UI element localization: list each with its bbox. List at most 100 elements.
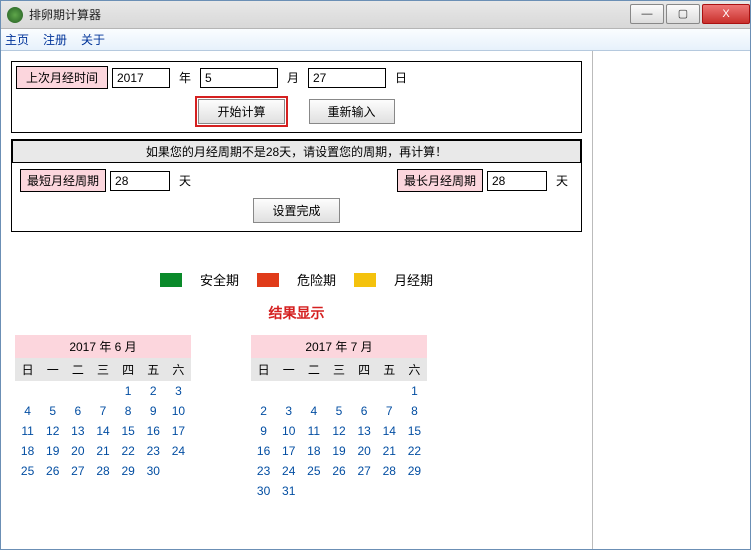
calendar-cell[interactable]: 12 bbox=[40, 421, 65, 441]
calendar-cell[interactable]: 11 bbox=[15, 421, 40, 441]
calendar-cell[interactable]: 2 bbox=[251, 401, 276, 421]
menu-about[interactable]: 关于 bbox=[81, 31, 105, 48]
cycle-hint: 如果您的月经周期不是28天，请设置您的周期，再计算！ bbox=[12, 140, 581, 163]
calendar-cell[interactable]: 31 bbox=[276, 481, 301, 501]
calendar-cell[interactable]: 4 bbox=[301, 401, 326, 421]
calendar-cell[interactable]: 24 bbox=[166, 441, 191, 461]
month-input[interactable] bbox=[200, 68, 278, 88]
calendar-cell[interactable]: 13 bbox=[352, 421, 377, 441]
calculate-button[interactable]: 开始计算 bbox=[198, 99, 284, 124]
calendar-cell-empty: . bbox=[301, 381, 326, 401]
calendar-cell[interactable]: 24 bbox=[276, 461, 301, 481]
calendar-cell-empty: . bbox=[65, 381, 90, 401]
calendar-cell[interactable]: 30 bbox=[141, 461, 166, 481]
calendar-cell[interactable]: 28 bbox=[90, 461, 115, 481]
danger-swatch bbox=[257, 273, 279, 287]
calendar-cell[interactable]: 30 bbox=[251, 481, 276, 501]
calendar-cell[interactable]: 25 bbox=[15, 461, 40, 481]
minimize-button[interactable]: — bbox=[630, 4, 664, 24]
calendar-cell[interactable]: 26 bbox=[40, 461, 65, 481]
calendar-cell[interactable]: 6 bbox=[352, 401, 377, 421]
calendar-cell[interactable]: 12 bbox=[326, 421, 351, 441]
calendar-cell[interactable]: 6 bbox=[65, 401, 90, 421]
calendar-cell[interactable]: 2 bbox=[141, 381, 166, 401]
calendar-cell-empty: . bbox=[90, 381, 115, 401]
calendar-cell[interactable]: 25 bbox=[301, 461, 326, 481]
weekday-head: 三 bbox=[90, 358, 115, 381]
calendar-cell[interactable]: 29 bbox=[402, 461, 427, 481]
calendar-cell[interactable]: 9 bbox=[141, 401, 166, 421]
calendar-cell[interactable]: 28 bbox=[377, 461, 402, 481]
max-cycle-unit: 天 bbox=[551, 172, 573, 189]
reset-button[interactable]: 重新输入 bbox=[309, 99, 395, 124]
calendar-cell[interactable]: 29 bbox=[116, 461, 141, 481]
calendar-cell[interactable]: 20 bbox=[65, 441, 90, 461]
result-title: 结果显示 bbox=[11, 303, 582, 323]
calendar-cell[interactable]: 3 bbox=[166, 381, 191, 401]
calendar-cell[interactable]: 16 bbox=[141, 421, 166, 441]
calendar-cell[interactable]: 16 bbox=[251, 441, 276, 461]
weekday-head: 四 bbox=[352, 358, 377, 381]
calendar-cell[interactable]: 4 bbox=[15, 401, 40, 421]
calendar-cell[interactable]: 3 bbox=[276, 401, 301, 421]
app-icon bbox=[7, 7, 23, 23]
year-unit: 年 bbox=[174, 69, 196, 86]
close-button[interactable]: X bbox=[702, 4, 750, 24]
calendar-cell-empty: . bbox=[377, 381, 402, 401]
calendar-cell-empty: . bbox=[352, 381, 377, 401]
calendar-cell[interactable]: 22 bbox=[402, 441, 427, 461]
calendar-cell[interactable]: 8 bbox=[116, 401, 141, 421]
calendar-cell[interactable]: 10 bbox=[166, 401, 191, 421]
max-cycle-input[interactable] bbox=[487, 171, 547, 191]
calendar-cell[interactable]: 14 bbox=[90, 421, 115, 441]
calendar-cell[interactable]: 23 bbox=[141, 441, 166, 461]
cal2-title: 2017 年 7 月 bbox=[251, 335, 427, 358]
calendar-cell[interactable]: 17 bbox=[276, 441, 301, 461]
calendar-cell[interactable]: 15 bbox=[402, 421, 427, 441]
calendar-cell[interactable]: 5 bbox=[326, 401, 351, 421]
calendar-cell[interactable]: 15 bbox=[116, 421, 141, 441]
calendar-cell[interactable]: 7 bbox=[90, 401, 115, 421]
year-input[interactable] bbox=[112, 68, 170, 88]
maximize-button[interactable]: ▢ bbox=[666, 4, 700, 24]
calendar-cell[interactable]: 26 bbox=[326, 461, 351, 481]
calendar-cell[interactable]: 18 bbox=[301, 441, 326, 461]
min-cycle-input[interactable] bbox=[110, 171, 170, 191]
calendar-cell[interactable]: 20 bbox=[352, 441, 377, 461]
menu-home[interactable]: 主页 bbox=[5, 31, 29, 48]
last-period-label: 上次月经时间 bbox=[16, 66, 108, 89]
weekday-head: 五 bbox=[377, 358, 402, 381]
calendar-cell[interactable]: 9 bbox=[251, 421, 276, 441]
calendar-cell[interactable]: 1 bbox=[402, 381, 427, 401]
calendar-cell[interactable]: 11 bbox=[301, 421, 326, 441]
calendar-cell[interactable]: 23 bbox=[251, 461, 276, 481]
day-input[interactable] bbox=[308, 68, 386, 88]
calendar-cell[interactable]: 22 bbox=[116, 441, 141, 461]
calendar-cell[interactable]: 21 bbox=[90, 441, 115, 461]
calendar-cell[interactable]: 10 bbox=[276, 421, 301, 441]
calendar-cell[interactable]: 13 bbox=[65, 421, 90, 441]
calendar-cell-empty: . bbox=[15, 381, 40, 401]
calendar-cell[interactable]: 18 bbox=[15, 441, 40, 461]
calendar-cell[interactable]: 5 bbox=[40, 401, 65, 421]
weekday-head: 二 bbox=[301, 358, 326, 381]
set-done-button[interactable]: 设置完成 bbox=[253, 198, 339, 223]
calendar-cell[interactable]: 8 bbox=[402, 401, 427, 421]
window-title: 排卵期计算器 bbox=[29, 6, 628, 23]
side-panel bbox=[592, 51, 750, 549]
menu-register[interactable]: 注册 bbox=[43, 31, 67, 48]
cal1-title: 2017 年 6 月 bbox=[15, 335, 191, 358]
calendar-cell[interactable]: 27 bbox=[65, 461, 90, 481]
calendar-cell[interactable]: 17 bbox=[166, 421, 191, 441]
calendar-cell[interactable]: 19 bbox=[326, 441, 351, 461]
calendar-cell[interactable]: 1 bbox=[116, 381, 141, 401]
calendar-cell[interactable]: 27 bbox=[352, 461, 377, 481]
calendar-cell[interactable]: 21 bbox=[377, 441, 402, 461]
calendar-cell[interactable]: 7 bbox=[377, 401, 402, 421]
min-cycle-unit: 天 bbox=[174, 172, 196, 189]
menubar: 主页 注册 关于 bbox=[1, 29, 750, 51]
calendar-cell[interactable]: 19 bbox=[40, 441, 65, 461]
danger-label: 危险期 bbox=[297, 270, 336, 289]
calendar-cell[interactable]: 14 bbox=[377, 421, 402, 441]
cycle-panel: 如果您的月经周期不是28天，请设置您的周期，再计算！ 最短月经周期 天 最长月经… bbox=[11, 139, 582, 232]
